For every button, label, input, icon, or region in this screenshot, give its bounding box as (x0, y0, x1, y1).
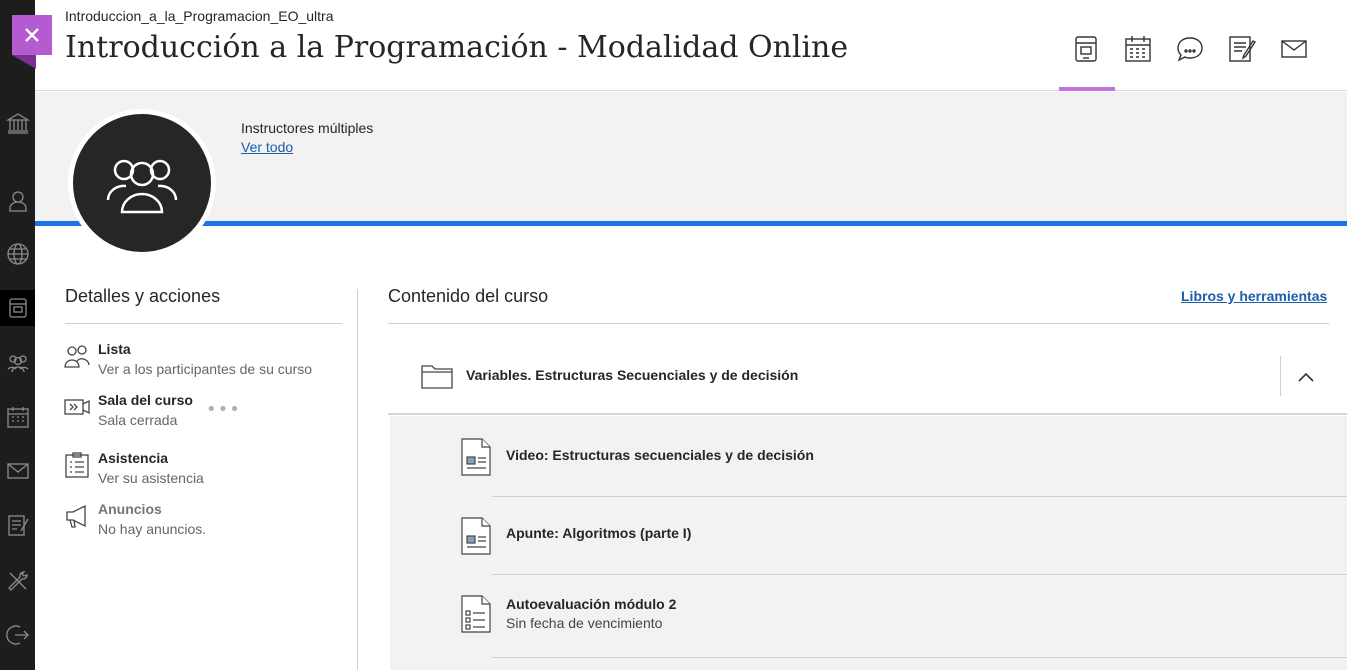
details-title: Detalles y acciones (65, 286, 221, 306)
folder-icon (420, 358, 454, 392)
detail-announcements[interactable]: Anuncios No hay anuncios. (63, 501, 343, 545)
page-title: Introducción a la Programación - Modalid… (65, 30, 849, 65)
detail-title: Lista (98, 341, 131, 357)
detail-subtitle: Sala cerrada (98, 412, 178, 428)
groups-icon[interactable] (0, 345, 35, 381)
content-item[interactable]: Autoevaluación módulo 2 Sin fecha de ven… (390, 575, 1347, 655)
course-avatar (68, 109, 216, 257)
divider (388, 323, 1329, 324)
document-icon (460, 437, 492, 477)
item-subtitle: Sin fecha de vencimiento (506, 615, 663, 631)
profile-icon[interactable] (0, 183, 35, 219)
detail-title: Asistencia (98, 450, 169, 466)
close-course-button[interactable] (12, 15, 52, 69)
detail-subtitle: Ver su asistencia (98, 470, 204, 486)
messages-icon[interactable] (0, 453, 35, 489)
detail-attendance[interactable]: Asistencia Ver su asistencia (63, 450, 343, 494)
messages-icon[interactable] (1279, 34, 1309, 64)
content-item[interactable]: Apunte: Algoritmos (parte I) (390, 497, 1347, 577)
detail-subtitle: Ver a los participantes de su curso (98, 361, 313, 377)
column-divider (357, 289, 358, 670)
gradebook-icon[interactable] (1227, 34, 1257, 64)
active-tab-indicator (1059, 87, 1115, 91)
institution-icon[interactable] (0, 105, 35, 141)
grades-icon[interactable] (0, 507, 35, 543)
discussions-icon[interactable] (1175, 34, 1205, 64)
content-icon[interactable] (1071, 34, 1101, 64)
tools-icon[interactable] (0, 563, 35, 599)
divider (1280, 356, 1281, 396)
attendance-icon (63, 452, 91, 478)
instructors-label: Instructores múltiples (241, 120, 374, 136)
detail-title: Anuncios (98, 501, 162, 517)
banner-stripe (35, 221, 1347, 226)
item-title[interactable]: Video: Estructuras secuenciales y de dec… (506, 447, 814, 463)
more-options-icon[interactable]: ••• (206, 401, 241, 419)
item-title[interactable]: Autoevaluación módulo 2 (506, 596, 676, 612)
detail-subtitle: No hay anuncios. (98, 521, 207, 537)
detail-title: Sala del curso (98, 392, 193, 408)
announcements-icon (63, 503, 91, 529)
course-banner (35, 92, 1347, 222)
folder-contents: Video: Estructuras secuenciales y de dec… (390, 416, 1347, 670)
global-nav-rail (0, 0, 35, 670)
content-title: Contenido del curso (388, 286, 549, 306)
course-code: Introduccion_a_la_Programacion_EO_ultra (65, 8, 334, 24)
chevron-up-icon[interactable] (1293, 364, 1319, 390)
globe-icon[interactable] (0, 236, 35, 272)
content-folder[interactable]: Variables. Estructuras Secuenciales y de… (388, 340, 1347, 415)
books-and-tools-link[interactable]: Libros y herramientas (1181, 288, 1327, 304)
folder-label[interactable]: Variables. Estructuras Secuenciales y de… (466, 367, 798, 383)
course-header: Introduccion_a_la_Programacion_EO_ultra … (35, 0, 1347, 91)
calendar-icon[interactable] (1123, 34, 1153, 64)
calendar-icon[interactable] (0, 399, 35, 435)
close-icon (25, 28, 39, 42)
divider (65, 323, 342, 324)
course-room-icon (63, 394, 91, 420)
divider (492, 657, 1347, 658)
content-item[interactable]: Video: Estructuras secuenciales y de dec… (390, 416, 1347, 496)
test-icon (460, 594, 492, 634)
roster-icon (63, 343, 91, 369)
courses-icon[interactable] (0, 290, 35, 326)
instructors-icon (106, 159, 178, 214)
document-icon (460, 516, 492, 556)
item-title[interactable]: Apunte: Algoritmos (parte I) (506, 525, 691, 541)
detail-roster[interactable]: Lista Ver a los participantes de su curs… (63, 341, 343, 385)
see-all-instructors-link[interactable]: Ver todo (241, 139, 293, 155)
signout-icon[interactable] (0, 617, 35, 653)
detail-course-room[interactable]: Sala del curso Sala cerrada (63, 392, 343, 436)
